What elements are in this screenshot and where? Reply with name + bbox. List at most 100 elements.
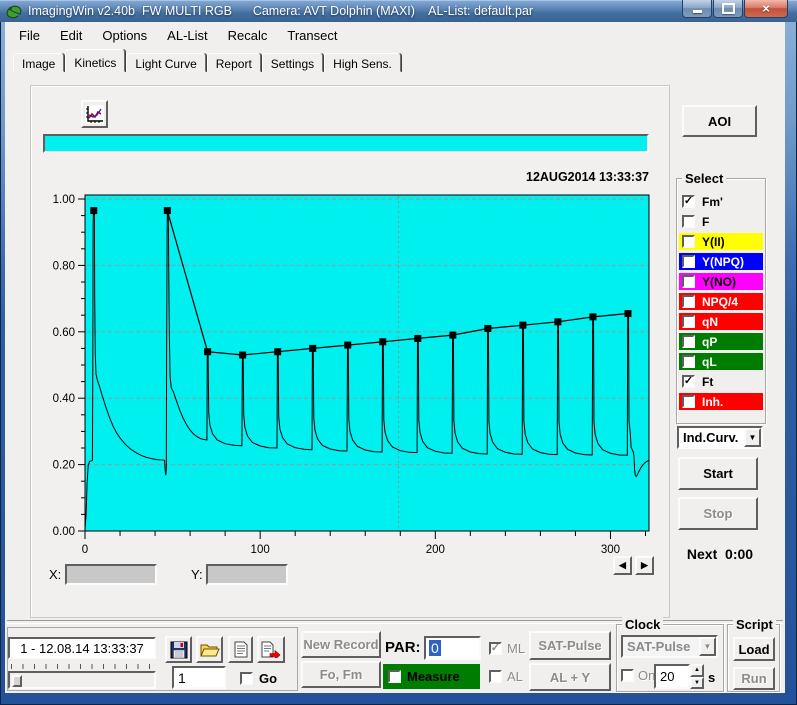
report-button[interactable]: [228, 636, 253, 663]
minimize-button[interactable]: [682, 0, 712, 18]
menu-item-file[interactable]: File: [9, 24, 50, 47]
spin-down-button[interactable]: ▼: [690, 676, 704, 689]
menu-item-recalc[interactable]: Recalc: [218, 24, 278, 47]
ml-checkbox[interactable]: ✓: [489, 642, 502, 655]
y-tick-label: 0.40: [53, 393, 75, 405]
menu-item-options[interactable]: Options: [92, 24, 157, 47]
clock-on-checkbox[interactable]: [621, 669, 634, 682]
select-checkbox[interactable]: [682, 295, 695, 308]
export-button[interactable]: [257, 636, 285, 663]
document-icon: [234, 641, 247, 658]
record-slider[interactable]: [8, 671, 156, 689]
kinetics-chart[interactable]: 0.00 0.20 0.40 0.60 0.80 1.00 0 100 200 300: [45, 191, 661, 586]
record-slider-thumb[interactable]: [12, 675, 22, 687]
measure-label: Measure: [407, 669, 460, 684]
select-checkbox[interactable]: [682, 255, 695, 268]
tab-kinetics[interactable]: Kinetics: [65, 49, 126, 72]
al-checkbox[interactable]: [489, 670, 502, 683]
record-title-field[interactable]: 1 - 12.08.14 13:33:37: [8, 637, 156, 659]
select-item-qn[interactable]: qN: [679, 313, 763, 330]
select-item-yno[interactable]: Y(NO): [679, 273, 763, 290]
select-checkbox[interactable]: [682, 315, 695, 328]
maximize-button[interactable]: [713, 0, 743, 18]
select-item-f[interactable]: F: [679, 213, 763, 230]
check-icon: ✓: [683, 194, 694, 207]
select-checkbox[interactable]: [682, 395, 695, 408]
select-item-qp[interactable]: qP: [679, 333, 763, 350]
fm-marker: [519, 321, 527, 329]
select-item-yii[interactable]: Y(II): [679, 233, 763, 250]
go-checkbox[interactable]: [240, 672, 253, 685]
clock-interval-field[interactable]: 20: [654, 664, 690, 689]
select-item-label: F: [702, 214, 710, 229]
time-progress-bar: [43, 134, 649, 153]
curve-mode-dropdown-button[interactable]: ▼: [744, 428, 761, 447]
record-number-field[interactable]: 1: [172, 666, 226, 689]
menu-item-transect[interactable]: Transect: [277, 24, 347, 47]
measure-control[interactable]: Measure: [383, 664, 480, 689]
measure-checkbox[interactable]: [388, 670, 401, 683]
chevron-down-icon: ▼: [748, 433, 757, 442]
select-checkbox[interactable]: [682, 335, 695, 348]
sat-pulse-button[interactable]: SAT-Pulse: [529, 631, 611, 660]
curve-mode-combobox[interactable]: Ind.Curv. ▼: [677, 426, 763, 449]
open-button[interactable]: [196, 636, 223, 663]
select-item-ft[interactable]: ✓ Ft: [679, 373, 763, 390]
par-input[interactable]: 0: [424, 636, 481, 660]
script-load-button[interactable]: Load: [733, 637, 775, 661]
maximize-icon: [721, 3, 735, 14]
select-checkbox[interactable]: [682, 215, 695, 228]
fm-marker: [589, 313, 597, 321]
select-groupbox: Select ✓ Fm' F Y(II) Y(NPQ) Y(NO) NPQ/4 qN qP qL ✓…: [676, 171, 766, 424]
menu-item-edit[interactable]: Edit: [50, 24, 92, 47]
tab-settings[interactable]: Settings: [261, 53, 324, 72]
chart-settings-button[interactable]: [81, 100, 108, 128]
select-item-ynpq[interactable]: Y(NPQ): [679, 253, 763, 270]
curve-mode-value: Ind.Curv.: [679, 428, 744, 447]
select-item-label: Inh.: [702, 394, 724, 409]
menu-item-al-list[interactable]: AL-List: [157, 24, 217, 47]
fm-marker: [449, 331, 457, 339]
close-button[interactable]: ×: [744, 0, 788, 18]
select-item-label: Y(II): [702, 234, 725, 249]
al-plus-y-button[interactable]: AL + Y: [529, 663, 611, 691]
al-control: AL: [489, 669, 523, 684]
client-area: File Edit Options AL-List Recalc Transect Ima…: [5, 22, 785, 693]
select-checkbox[interactable]: ✓: [682, 375, 695, 388]
next-label: Next: [686, 546, 718, 562]
start-button[interactable]: Start: [678, 457, 758, 490]
tab-image[interactable]: Image: [13, 53, 65, 72]
select-item-inh[interactable]: Inh.: [679, 393, 763, 410]
clock-mode-dropdown-button[interactable]: ▼: [699, 637, 716, 656]
fm-marker: [414, 334, 422, 342]
aoi-button[interactable]: AOI: [682, 105, 757, 137]
select-item-label: qN: [702, 314, 718, 329]
fm-marker: [163, 207, 171, 215]
stop-button[interactable]: Stop: [678, 497, 758, 530]
fo-fm-button[interactable]: Fo, Fm: [301, 661, 381, 688]
select-item-ql[interactable]: qL: [679, 353, 763, 370]
tab-high-sens-[interactable]: High Sens.: [324, 53, 401, 72]
record-prev-button[interactable]: ◀: [613, 556, 632, 575]
select-checkbox[interactable]: [682, 235, 695, 248]
select-item-npq4[interactable]: NPQ/4: [679, 293, 763, 310]
select-checkbox[interactable]: ✓: [682, 195, 695, 208]
save-button[interactable]: [165, 636, 192, 663]
chart-timestamp: 12AUG2014 13:33:37: [526, 170, 649, 184]
select-item-label: qP: [702, 334, 718, 349]
fm-marker: [274, 348, 282, 356]
select-item-label: Fm': [702, 194, 723, 209]
spin-up-button[interactable]: ▲: [690, 664, 704, 677]
select-item-fm[interactable]: ✓ Fm': [679, 193, 763, 210]
tab-light-curve[interactable]: Light Curve: [126, 53, 206, 72]
record-next-button[interactable]: ▶: [635, 556, 654, 575]
clock-mode-combobox[interactable]: SAT-Pulse ▼: [621, 635, 718, 658]
script-run-button[interactable]: Run: [733, 667, 775, 690]
fm-marker: [554, 318, 562, 326]
tab-report[interactable]: Report: [206, 53, 261, 72]
select-checkbox[interactable]: [682, 275, 695, 288]
select-checkbox[interactable]: [682, 355, 695, 368]
new-record-button[interactable]: New Record: [301, 631, 381, 658]
cursor-y-value-field: [206, 564, 288, 585]
clock-on-label: On: [638, 668, 656, 683]
